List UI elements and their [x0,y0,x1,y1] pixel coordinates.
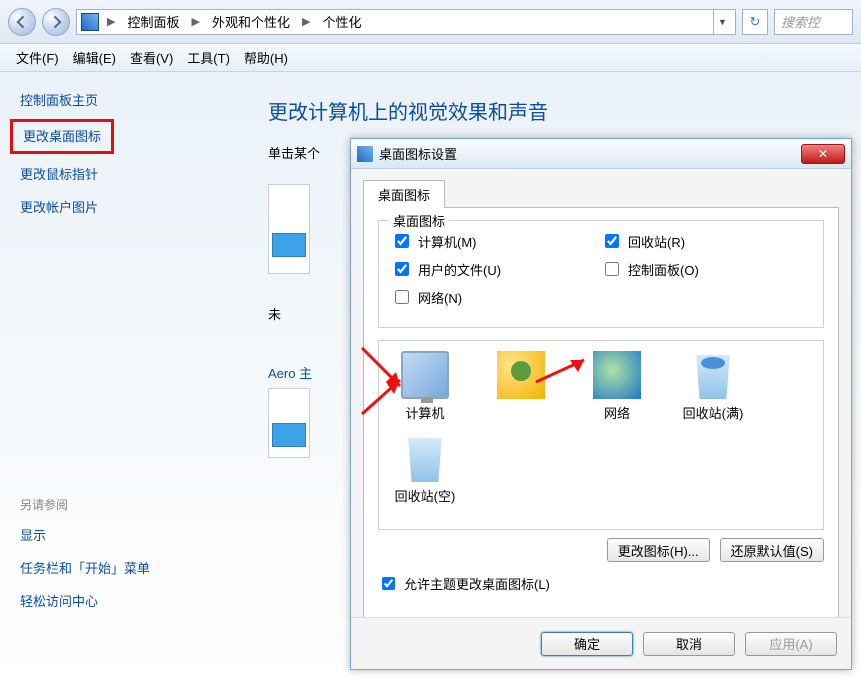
chevron-right-icon: ▶ [187,15,203,28]
chevron-right-icon: ▶ [298,15,314,28]
dialog-icon [357,146,373,162]
apply-button[interactable]: 应用(A) [745,632,837,656]
icon-recyclebin-full[interactable]: 回收站(满) [677,351,749,422]
sidebar-ease-of-access[interactable]: 轻松访问中心 [20,591,220,610]
icon-recyclebin-empty-label: 回收站(空) [395,489,456,504]
search-input[interactable]: 搜索控 [774,9,853,35]
theme-thumbnail[interactable] [268,184,310,274]
theme-thumbnail-aero[interactable] [268,388,310,458]
icon-network-label: 网络 [604,406,630,421]
checkbox-cpanel-input[interactable] [605,262,619,276]
sidebar-taskbar[interactable]: 任务栏和「开始」菜单 [20,558,220,577]
dialog-tabstrip: 桌面图标 [363,179,839,207]
checkbox-cpanel[interactable]: 控制面板(O) [601,259,811,279]
tab-page: 桌面图标 计算机(M) 回收站(R) 用户的文件(U) [363,207,839,623]
close-button[interactable]: ✕ [801,144,845,164]
checkbox-network[interactable]: 网络(N) [391,287,601,307]
change-icon-button[interactable]: 更改图标(H)... [607,538,710,562]
menu-tools[interactable]: 工具(T) [187,48,230,67]
nav-forward-button[interactable] [42,8,70,36]
menu-help[interactable]: 帮助(H) [244,48,288,67]
sidebar-change-account-pic[interactable]: 更改帐户图片 [20,197,220,216]
checkbox-computer-label: 计算机(M) [418,232,477,251]
checkbox-recyclebin[interactable]: 回收站(R) [601,231,811,251]
dialog-title: 桌面图标设置 [379,144,457,163]
checkbox-network-label: 网络(N) [418,288,462,307]
address-dropdown-icon[interactable]: ▼ [713,10,731,34]
dialog-titlebar[interactable]: 桌面图标设置 ✕ [351,139,851,169]
address-bar[interactable]: ▶ 控制面板 ▶ 外观和个性化 ▶ 个性化 ▼ [76,9,736,35]
see-also-heading: 另请参阅 [20,496,220,513]
checkbox-recyclebin-input[interactable] [605,234,619,248]
desktop-icons-group: 桌面图标 计算机(M) 回收站(R) 用户的文件(U) [378,220,824,328]
ok-button[interactable]: 确定 [541,632,633,656]
tab-desktop-icons[interactable]: 桌面图标 [363,180,445,208]
icon-network[interactable]: 网络 [581,351,653,422]
search-placeholder: 搜索控 [781,12,820,31]
sidebar-change-desktop-icons[interactable]: 更改桌面图标 [23,126,101,145]
breadcrumb-leaf[interactable]: 个性化 [318,12,365,32]
refresh-button[interactable]: ↻ [742,9,768,35]
page-title: 更改计算机上的视觉效果和声音 [268,96,833,125]
icon-recyclebin-empty[interactable]: 回收站(空) [389,434,461,505]
menu-file[interactable]: 文件(F) [16,48,59,67]
checkbox-computer-input[interactable] [395,234,409,248]
nav-back-button[interactable] [8,8,36,36]
allow-themes-checkbox[interactable]: 允许主题更改桌面图标(L) [378,574,824,593]
checkbox-cpanel-label: 控制面板(O) [628,260,699,279]
chevron-right-icon: ▶ [103,15,119,28]
icon-recyclebin-full-label: 回收站(满) [683,406,744,421]
checkbox-recyclebin-label: 回收站(R) [628,232,685,251]
checkbox-userfiles[interactable]: 用户的文件(U) [391,259,601,279]
checkbox-userfiles-label: 用户的文件(U) [418,260,501,279]
restore-defaults-button[interactable]: 还原默认值(S) [720,538,824,562]
menu-bar: 文件(F) 编辑(E) 查看(V) 工具(T) 帮助(H) [0,44,861,72]
sidebar-display[interactable]: 显示 [20,525,220,544]
checkbox-computer[interactable]: 计算机(M) [391,231,601,251]
menu-view[interactable]: 查看(V) [130,48,173,67]
navigation-bar: ▶ 控制面板 ▶ 外观和个性化 ▶ 个性化 ▼ ↻ 搜索控 [0,0,861,44]
sidebar-change-mouse-pointer[interactable]: 更改鼠标指针 [20,164,220,183]
desktop-icon-settings-dialog: 桌面图标设置 ✕ 桌面图标 桌面图标 计算机(M) 回收站(R) [350,138,852,670]
allow-themes-input[interactable] [382,577,395,590]
group-legend: 桌面图标 [389,211,449,230]
icon-preview-pane: 计算机 网络 回收站(满) 回收站(空) [378,340,824,530]
icon-user[interactable] [485,351,557,422]
dialog-footer: 确定 取消 应用(A) [351,617,851,669]
control-panel-icon [81,13,99,31]
cancel-button[interactable]: 取消 [643,632,735,656]
icon-computer[interactable]: 计算机 [389,351,461,422]
sidebar-home[interactable]: 控制面板主页 [20,90,220,109]
checkbox-userfiles-input[interactable] [395,262,409,276]
checkbox-network-input[interactable] [395,290,409,304]
breadcrumb-root[interactable]: 控制面板 [123,12,183,32]
icon-computer-label: 计算机 [405,406,444,421]
breadcrumb-mid[interactable]: 外观和个性化 [208,12,294,32]
sidebar: 控制面板主页 更改桌面图标 更改鼠标指针 更改帐户图片 另请参阅 显示 任务栏和… [0,72,240,683]
allow-themes-label: 允许主题更改桌面图标(L) [404,574,550,593]
menu-edit[interactable]: 编辑(E) [73,48,116,67]
